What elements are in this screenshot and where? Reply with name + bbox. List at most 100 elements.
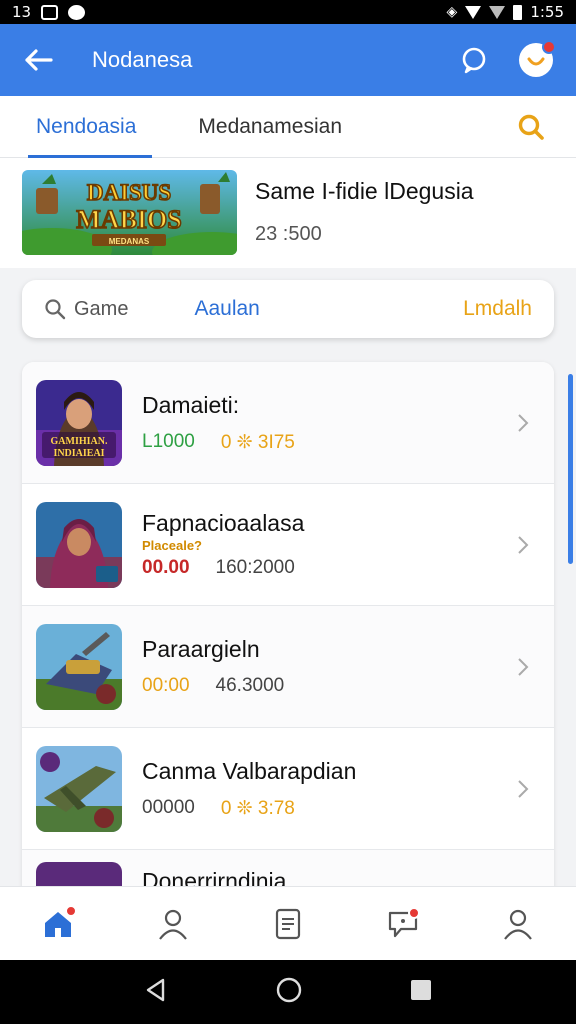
profile-icon — [158, 909, 187, 940]
chat-button[interactable] — [456, 42, 492, 78]
tab-bar: Nendoasia Medanamesian — [0, 96, 576, 158]
svg-text:DAISUS: DAISUS — [87, 180, 171, 205]
notification-icon — [68, 4, 86, 20]
game-thumbnail — [36, 745, 122, 832]
list-item[interactable]: Fapnacioaalasa Placeale? 00.00 160:2000 — [22, 484, 554, 606]
featured-banner-image: DAISUS MABIOS MEDANAS — [22, 170, 237, 255]
game-meta: 00000 0 ❊ 3:78 — [142, 797, 508, 820]
game-meta: 00.00 160:2000 — [142, 557, 508, 579]
featured-thumbnail: DAISUS MABIOS MEDANAS — [22, 170, 237, 255]
filter-bar: Game Aaulan Lmdalh — [22, 280, 554, 338]
game-title: Canma Valbarapdian — [142, 757, 357, 784]
game-value-secondary: 46.3000 — [215, 675, 285, 696]
game-value-primary: 00.00 — [142, 557, 190, 578]
game-meta: 00:00 46.3000 — [142, 675, 508, 697]
profile-avatar-button[interactable] — [518, 40, 556, 78]
game-info: Fapnacioaalasa Placeale? 00.00 160:2000 — [142, 510, 508, 579]
bottom-nav — [0, 886, 576, 960]
wifi-icon — [465, 5, 482, 19]
game-value-secondary: 160:2000 — [215, 557, 295, 578]
status-clock: 1:55 — [530, 3, 564, 21]
svg-text:MEDANAS: MEDANAS — [109, 237, 150, 246]
game-meta: L1000 0 ❊ 3I75 — [142, 431, 508, 454]
game-value-primary: 00:00 — [142, 675, 190, 696]
game-tag: Placeale? — [142, 538, 202, 553]
document-icon — [275, 908, 301, 939]
game-info: Paraargieln 00:00 46.3000 — [142, 636, 508, 697]
battery-icon — [513, 4, 523, 20]
game-title: Fapnacioaalasa — [142, 510, 305, 536]
chevron-right-icon — [508, 408, 538, 438]
game-info: Canma Valbarapdian 00000 0 ❊ 3:78 — [142, 758, 508, 820]
search-button[interactable] — [516, 112, 546, 142]
app-bar: Nodanesa — [0, 24, 576, 96]
game-search-field[interactable]: Game — [44, 298, 128, 321]
game-thumbnail: GAMIHIAN. INDIAIEAI — [36, 379, 122, 466]
filter-aaulan[interactable]: Aaulan — [194, 297, 259, 321]
notification-dot — [64, 904, 77, 917]
game-title: Damaieti: — [142, 391, 240, 418]
tab-nendoasia[interactable]: Nendoasia — [27, 96, 153, 158]
nav-account[interactable] — [493, 899, 543, 949]
game-search-label: Game — [74, 297, 129, 320]
signal-icon — [489, 5, 506, 19]
list-item[interactable]: Canma Valbarapdian 00000 0 ❊ 3:78 — [22, 728, 554, 850]
game-info: Damaieti: L1000 0 ❊ 3I75 — [142, 392, 508, 454]
game-aircraft-image — [36, 745, 122, 832]
game-character-image: GAMIHIAN. INDIAIEAI — [36, 379, 122, 466]
search-icon — [45, 299, 66, 320]
nav-profile[interactable] — [148, 899, 198, 949]
status-left: 13 — [12, 3, 86, 21]
featured-text: Same I-fidie lDegusia 23 :500 — [255, 178, 474, 246]
game-value-primary: 00000 — [142, 797, 195, 818]
system-navigation-bar — [0, 960, 576, 1024]
nav-home[interactable] — [33, 899, 83, 949]
system-home-button[interactable] — [275, 976, 303, 1009]
game-list: GAMIHIAN. INDIAIEAI Damaieti: L1000 0 ❊ … — [22, 362, 554, 922]
system-back-button[interactable] — [143, 977, 169, 1008]
screen: 13 ◈ 1:55 Nodanesa Nendoasia Medanamesia… — [0, 0, 576, 1024]
account-icon — [504, 909, 533, 940]
chevron-right-icon — [508, 530, 538, 560]
scrollbar[interactable] — [568, 374, 573, 564]
svg-text:GAMIHIAN.: GAMIHIAN. — [51, 436, 108, 447]
list-item[interactable]: GAMIHIAN. INDIAIEAI Damaieti: L1000 0 ❊ … — [22, 362, 554, 484]
tab-medanamesian[interactable]: Medanamesian — [198, 96, 342, 158]
game-thumbnail — [36, 501, 122, 588]
appbar-actions — [456, 40, 576, 78]
svg-text:INDIAIEAI: INDIAIEAI — [53, 448, 104, 459]
status-right: ◈ 1:55 — [447, 3, 564, 21]
back-button[interactable] — [8, 24, 68, 96]
list-item[interactable]: Paraargieln 00:00 46.3000 — [22, 606, 554, 728]
featured-subtitle: 23 :500 — [255, 223, 322, 245]
svg-text:MABIOS: MABIOS — [76, 205, 181, 234]
game-title: Paraargieln — [142, 636, 260, 662]
status-bar: 13 ◈ 1:55 — [0, 0, 576, 24]
game-thumbnail — [36, 623, 122, 710]
filter-lmdalh[interactable]: Lmdalh — [463, 297, 532, 321]
featured-game[interactable]: DAISUS MABIOS MEDANAS Same I-fidie lDegu… — [0, 158, 576, 268]
system-recents-button[interactable] — [409, 978, 433, 1007]
square-recents-icon — [411, 979, 431, 1000]
chevron-right-icon — [508, 652, 538, 682]
game-value-secondary: 0 ❊ 3:78 — [220, 797, 295, 819]
location-icon: ◈ — [446, 4, 458, 20]
game-battle-image — [36, 623, 122, 710]
notification-dot — [542, 40, 556, 54]
triangle-back-icon — [146, 978, 165, 1001]
back-arrow-icon — [25, 49, 53, 71]
nav-messages[interactable] — [378, 899, 428, 949]
game-character-image — [36, 501, 122, 588]
featured-title: Same I-fidie lDegusia — [255, 178, 474, 204]
search-icon — [518, 114, 544, 140]
status-time: 13 — [12, 3, 32, 21]
gallery-icon — [41, 4, 59, 20]
game-value-secondary: 0 ❊ 3I75 — [220, 431, 295, 453]
notification-dot — [408, 906, 421, 919]
chat-bubble-icon — [462, 47, 486, 74]
game-value-primary: L1000 — [142, 431, 195, 452]
nav-documents[interactable] — [263, 899, 313, 949]
page-title: Nodanesa — [92, 47, 193, 72]
chevron-right-icon — [508, 774, 538, 804]
circle-home-icon — [276, 977, 302, 1002]
